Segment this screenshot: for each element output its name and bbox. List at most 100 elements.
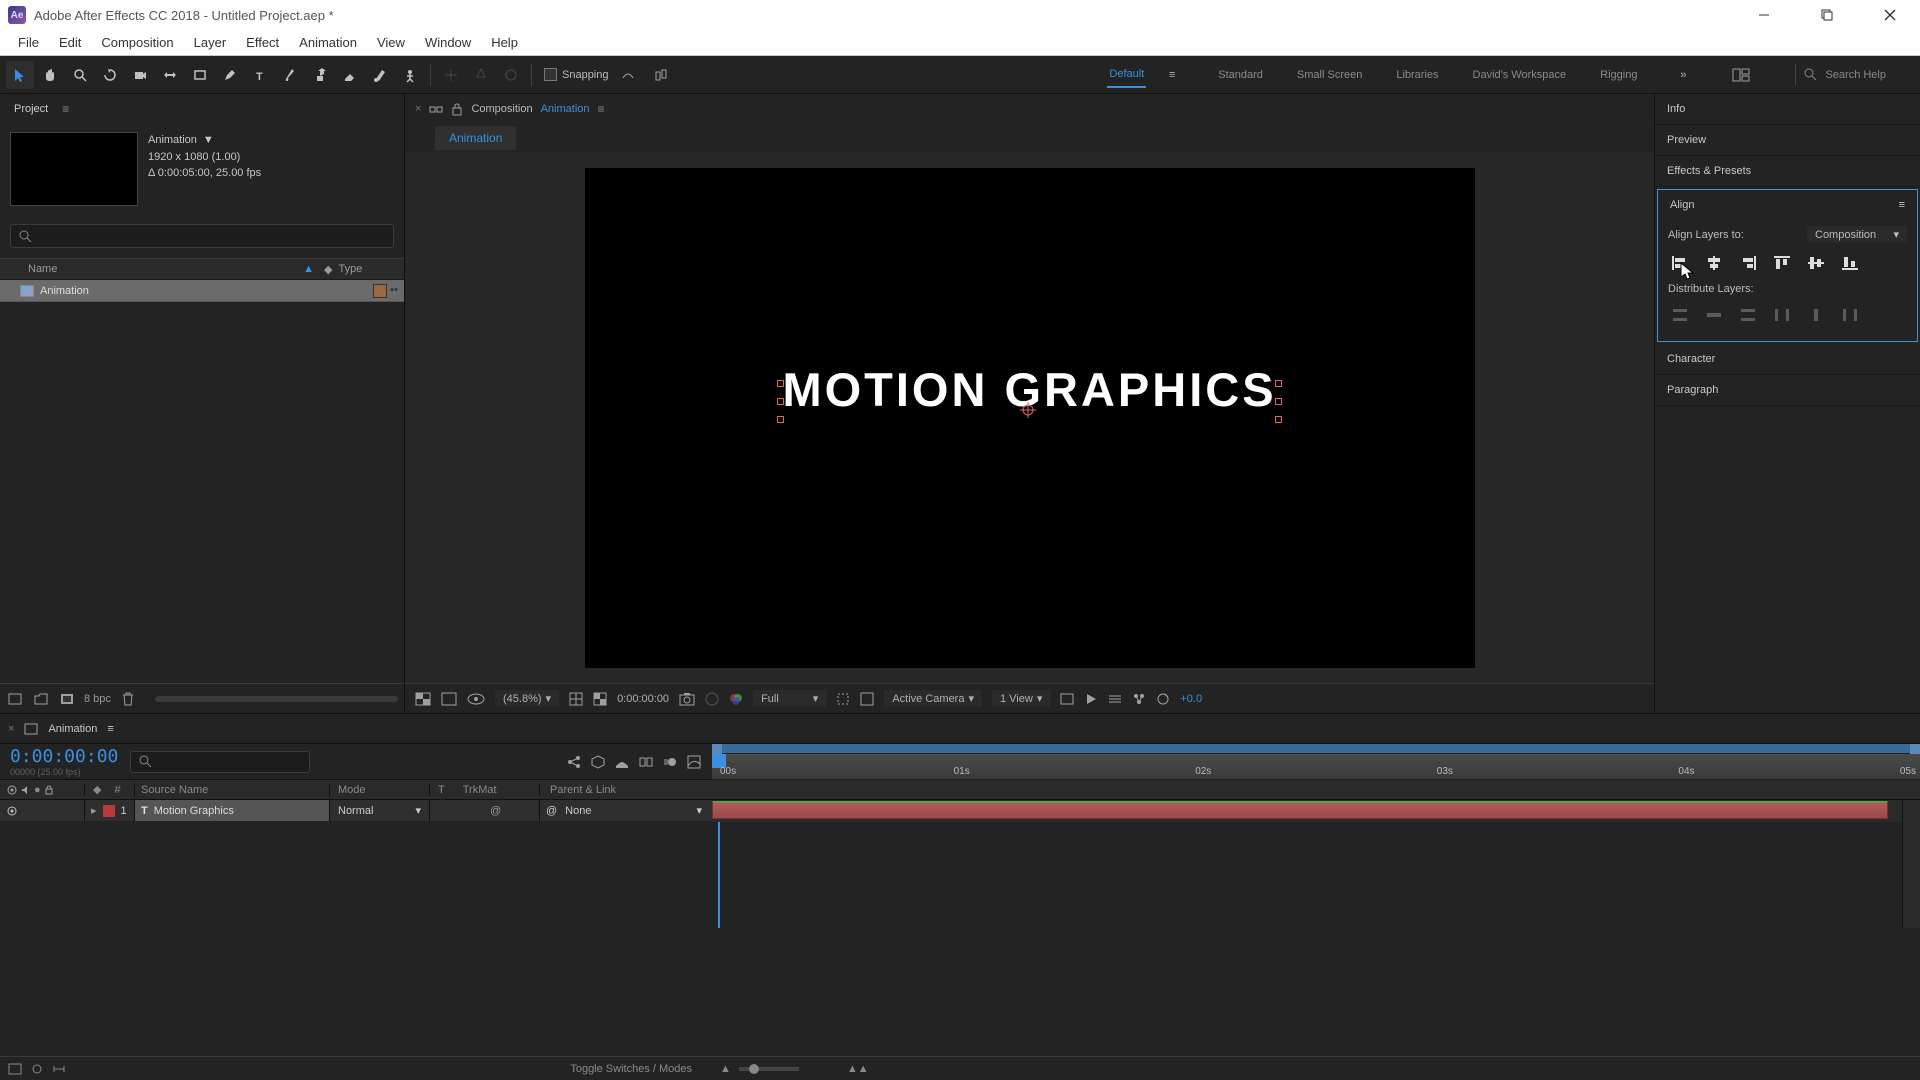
exposure-value[interactable]: +0.0 [1180, 693, 1202, 705]
project-tab[interactable]: Project [8, 99, 54, 119]
menu-layer[interactable]: Layer [184, 31, 237, 54]
frame-blend-icon[interactable] [638, 754, 654, 770]
workspace-default[interactable]: Default [1107, 62, 1146, 88]
comp-mini-flowchart-icon[interactable] [566, 754, 582, 770]
exposure-reset-icon[interactable] [1156, 692, 1170, 706]
toggle-modes-icon[interactable] [30, 1063, 44, 1075]
menu-composition[interactable]: Composition [91, 31, 183, 54]
view-axis-icon[interactable] [497, 61, 525, 89]
zoom-out-icon[interactable]: ▲ [720, 1063, 731, 1075]
view-dropdown[interactable]: 1 View ▾ [992, 690, 1050, 707]
twirl-icon[interactable]: ▸ [91, 804, 97, 817]
maximize-button[interactable] [1804, 1, 1849, 29]
toggle-switches-icon[interactable] [8, 1063, 22, 1075]
workspace-libraries[interactable]: Libraries [1394, 63, 1440, 87]
close-panel-icon[interactable]: × [415, 103, 421, 115]
effects-presets-panel-tab[interactable]: Effects & Presets [1667, 165, 1751, 177]
flowchart-icon[interactable] [429, 102, 443, 116]
snapshot-icon[interactable] [679, 692, 695, 706]
align-panel-menu-icon[interactable]: ≡ [1899, 199, 1905, 211]
align-top-icon[interactable] [1770, 253, 1794, 273]
camera-tool[interactable] [126, 61, 154, 89]
brush-tool[interactable] [276, 61, 304, 89]
resolution-icon[interactable] [569, 692, 583, 706]
align-h-center-icon[interactable] [1702, 253, 1726, 273]
zoom-tool[interactable] [66, 61, 94, 89]
project-panel-menu-icon[interactable]: ≡ [62, 102, 69, 116]
show-snapshot-icon[interactable] [705, 692, 719, 706]
clone-stamp-tool[interactable] [306, 61, 334, 89]
puppet-tool[interactable] [396, 61, 424, 89]
text-tool[interactable]: T [246, 61, 274, 89]
source-name-column[interactable]: Source Name [135, 784, 330, 796]
selection-handle[interactable] [777, 380, 784, 387]
workspace-menu-icon[interactable]: ≡ [1158, 61, 1186, 89]
label-column-icon[interactable]: ◆ [324, 263, 332, 276]
column-type[interactable]: Type [338, 263, 362, 276]
time-ruler[interactable]: 00s 01s 02s 03s 04s 05s [712, 754, 1920, 780]
close-timeline-icon[interactable]: × [8, 723, 14, 735]
new-folder-icon[interactable] [32, 691, 50, 707]
align-to-dropdown[interactable]: Composition▾ [1807, 226, 1907, 243]
color-depth[interactable]: 8 bpc [84, 693, 111, 705]
menu-help[interactable]: Help [481, 31, 528, 54]
comp-breadcrumb[interactable]: Animation [435, 126, 516, 150]
roi-icon[interactable] [836, 692, 850, 706]
timeline-layer-row[interactable]: ▸ 1 T Motion Graphics Normal▾ @ @ None▾ [0, 800, 712, 822]
timeline-tab[interactable]: Animation [48, 723, 97, 735]
work-area-bar[interactable] [712, 744, 1920, 754]
layer-color-swatch[interactable] [103, 805, 115, 817]
workspace-reset-icon[interactable] [1727, 61, 1755, 89]
sort-asc-icon[interactable]: ▲ [303, 263, 314, 275]
menu-edit[interactable]: Edit [49, 31, 91, 54]
comp-flowchart-icon[interactable] [1132, 692, 1146, 706]
project-search-input[interactable] [10, 224, 394, 248]
motion-blur-icon[interactable] [662, 754, 678, 770]
label-column-icon[interactable]: ◆ [93, 784, 101, 796]
dropdown-icon[interactable]: ▼ [203, 132, 214, 149]
composition-tab-name[interactable]: Animation [541, 103, 590, 115]
alpha-icon[interactable] [415, 692, 431, 706]
audio-column-icon[interactable] [21, 785, 31, 795]
toggle-mask-icon[interactable] [441, 692, 457, 706]
workspace-user[interactable]: David's Workspace [1471, 63, 1569, 87]
layer-name[interactable]: Motion Graphics [154, 805, 234, 817]
character-panel-tab[interactable]: Character [1667, 353, 1715, 365]
parent-pickwhip-icon[interactable]: @ [546, 805, 557, 817]
rectangle-tool[interactable] [186, 61, 214, 89]
delete-icon[interactable] [119, 691, 137, 707]
comp-panel-menu-icon[interactable]: ≡ [598, 102, 605, 116]
snapping-opt-1-icon[interactable] [614, 61, 642, 89]
transparency-grid-icon[interactable] [593, 692, 607, 706]
close-button[interactable] [1867, 1, 1912, 29]
work-area-start-handle[interactable] [712, 744, 722, 754]
video-column-icon[interactable] [6, 785, 18, 795]
align-v-center-icon[interactable] [1804, 253, 1828, 273]
pickwhip-icon[interactable]: @ [490, 805, 501, 817]
world-axis-icon[interactable] [467, 61, 495, 89]
current-time-display[interactable]: 0:00:00:00 [10, 746, 118, 767]
solo-column-icon[interactable]: ● [34, 784, 41, 796]
snapping-opt-2-icon[interactable] [647, 61, 675, 89]
toggle-switches-modes-button[interactable]: Toggle Switches / Modes [570, 1063, 692, 1075]
lock-icon[interactable] [451, 102, 463, 116]
timeline-panel-menu-icon[interactable]: ≡ [107, 723, 113, 735]
selection-handle[interactable] [777, 416, 784, 423]
pan-behind-tool[interactable] [156, 61, 184, 89]
align-right-icon[interactable] [1736, 253, 1760, 273]
work-area-end-handle[interactable] [1910, 744, 1920, 754]
snapping-checkbox[interactable] [544, 68, 557, 81]
interpret-footage-icon[interactable] [6, 691, 24, 707]
info-panel-tab[interactable]: Info [1667, 103, 1685, 115]
project-item-row[interactable]: Animation ▪▪ [0, 280, 404, 302]
workspace-small-screen[interactable]: Small Screen [1295, 63, 1364, 87]
eraser-tool[interactable] [336, 61, 364, 89]
lock-column-icon[interactable] [44, 785, 54, 795]
column-name[interactable]: Name [28, 263, 57, 275]
pixel-aspect-icon[interactable] [1060, 693, 1074, 705]
timecode-display[interactable]: 0:00:00:00 [617, 693, 669, 705]
zoom-dropdown[interactable]: (45.8%) ▾ [495, 690, 559, 707]
shy-icon[interactable] [614, 754, 630, 770]
menu-animation[interactable]: Animation [289, 31, 367, 54]
selection-handle[interactable] [777, 398, 784, 405]
